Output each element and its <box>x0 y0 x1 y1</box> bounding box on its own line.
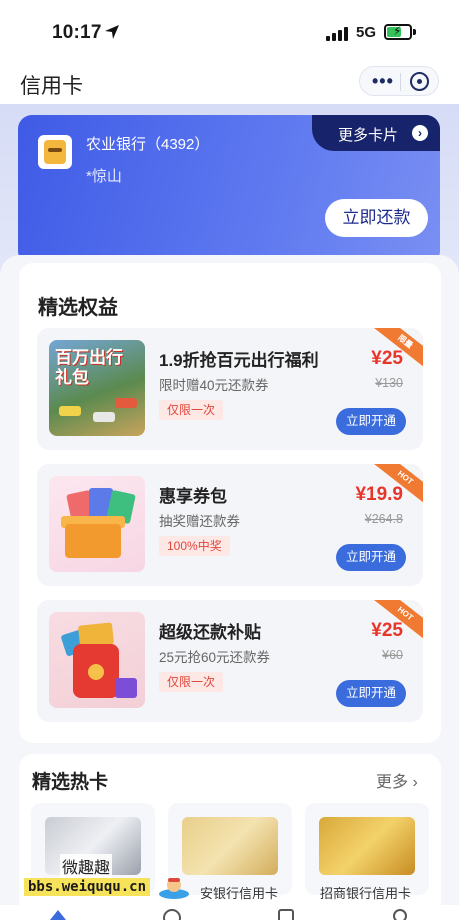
red-envelope-icon <box>73 644 119 698</box>
benefit-original-price: ¥60 <box>382 648 403 662</box>
chevron-right-icon: › <box>412 125 428 141</box>
network-type: 5G <box>356 24 377 41</box>
car-icon <box>115 398 137 408</box>
benefit-price: ¥19.9 <box>355 484 403 505</box>
battery-icon: ⚡ <box>384 24 412 40</box>
signal-icon <box>326 25 350 41</box>
benefit-tag: 仅限一次 <box>159 400 224 420</box>
benefit-tag: 100%中奖 <box>159 536 230 556</box>
benefits-tab-icon[interactable] <box>162 908 182 920</box>
mascot-icon <box>159 878 189 899</box>
benefit-price: ¥25 <box>371 620 403 641</box>
activate-button[interactable]: 立即开通 <box>336 544 406 571</box>
benefit-title: 超级还款补贴 <box>159 623 261 642</box>
benefits-title: 精选权益 <box>38 297 118 319</box>
benefit-item-coupon-pack[interactable]: 惠享券包 抽奖赠还款券 100%中奖 ¥19.9 ¥264.8 立即开通 HOT <box>37 464 423 586</box>
benefit-subtitle: 25元抢60元还款券 <box>159 650 271 665</box>
benefit-item-travel[interactable]: 百万出行礼包 1.9折抢百元出行福利 限时赠40元还款券 仅限一次 ¥25 ¥1… <box>37 328 423 450</box>
home-tab-icon[interactable] <box>48 908 68 920</box>
hot-card-label: 安银行信用卡 <box>200 886 279 901</box>
hot-card-item[interactable] <box>305 803 429 895</box>
hot-cards-title: 精选热卡 <box>32 772 109 793</box>
watermark-url: bbs.weiququ.cn <box>24 878 151 896</box>
credit-card-banner[interactable]: 农业银行（4392） *惊山 更多卡片 › 立即还款 <box>18 115 440 265</box>
travel-gift-thumbnail: 百万出行礼包 <box>49 340 145 436</box>
watermark: 微趣趣 bbs.weiququ.cn <box>14 848 194 904</box>
benefit-title: 1.9折抢百元出行福利 <box>159 351 319 370</box>
battery-cap <box>413 29 416 35</box>
mini-program-close-icon[interactable] <box>410 72 429 91</box>
nav-bar: 信用卡 ••• <box>0 62 459 104</box>
status-time: 10:17 <box>52 22 102 43</box>
card-holder-name: *惊山 <box>86 168 122 185</box>
benefit-subtitle: 抽奖赠还款券 <box>159 514 240 529</box>
car-icon <box>93 412 115 422</box>
card-image <box>319 817 415 875</box>
profile-tab-icon[interactable] <box>390 908 410 920</box>
benefit-price: ¥25 <box>371 348 403 369</box>
benefit-title: 惠享券包 <box>159 487 227 506</box>
location-arrow-icon <box>105 25 119 39</box>
activate-button[interactable]: 立即开通 <box>336 680 406 707</box>
repay-subsidy-thumbnail <box>49 612 145 708</box>
bill-tab-icon[interactable] <box>276 908 296 920</box>
benefit-original-price: ¥264.8 <box>364 512 403 526</box>
activate-button[interactable]: 立即开通 <box>336 408 406 435</box>
benefit-tag: 仅限一次 <box>159 672 224 692</box>
hot-card-label: 招商银行信用卡 <box>320 886 412 901</box>
gift-box-icon <box>65 524 121 558</box>
watermark-title: 微趣趣 <box>60 854 113 878</box>
mini-program-capsule: ••• <box>359 66 439 96</box>
page-title: 信用卡 <box>20 75 83 98</box>
hot-cards-more-link[interactable]: 更多 › <box>376 768 418 792</box>
more-label: 更多 <box>376 774 409 791</box>
benefit-original-price: ¥130 <box>375 376 403 390</box>
more-cards-button[interactable]: 更多卡片 › <box>312 115 440 151</box>
status-bar: 10:17 5G ⚡ <box>0 0 459 62</box>
repay-now-button[interactable]: 立即还款 <box>325 199 428 237</box>
thumbnail-text: 百万出行礼包 <box>55 348 123 387</box>
card-image <box>182 817 278 875</box>
capsule-divider <box>400 73 401 91</box>
more-cards-label: 更多卡片 <box>338 127 399 144</box>
car-icon <box>59 406 81 416</box>
bank-logo-icon <box>38 135 72 169</box>
chevron-right-icon: › <box>408 774 418 791</box>
benefit-item-repay-subsidy[interactable]: 超级还款补贴 25元抢60元还款券 仅限一次 ¥25 ¥60 立即开通 HOT <box>37 600 423 722</box>
benefit-subtitle: 限时赠40元还款券 <box>159 378 269 393</box>
gift-icon <box>115 678 137 698</box>
bank-name: 农业银行（4392） <box>86 136 210 153</box>
ellipsis-icon[interactable]: ••• <box>372 71 394 92</box>
coupon-pack-thumbnail <box>49 476 145 572</box>
